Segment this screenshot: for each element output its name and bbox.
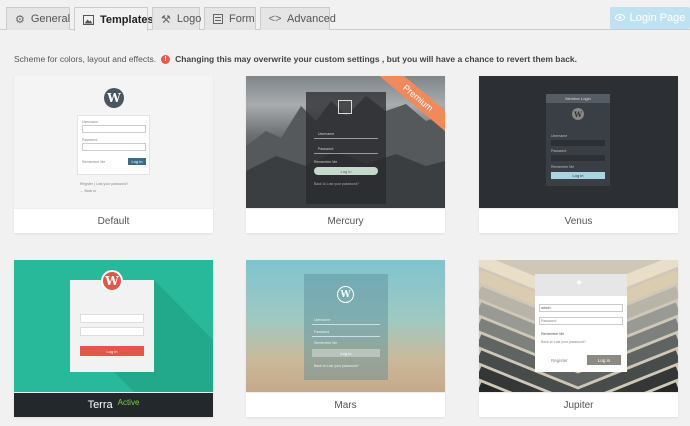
hammer-icon: ⚒ xyxy=(161,13,171,26)
eye-icon xyxy=(614,12,625,24)
mini-login-form: Member Login W Username Password Remembe… xyxy=(546,94,610,186)
tab-logo[interactable]: ⚒ Logo xyxy=(152,7,202,30)
mini-login-form: Username Password Remember Me Log in Bac… xyxy=(306,92,386,204)
template-preview-mercury: Username Password Remember Me Log in Bac… xyxy=(246,76,445,208)
template-name: Jupiter xyxy=(479,392,678,417)
template-card-jupiter[interactable]: ✦ admin Password Remember Me Back to Los… xyxy=(479,260,678,417)
mini-login-form: Username Password Remember Me Log in xyxy=(77,115,150,175)
template-card-default[interactable]: W Username Password Remember Me Log in R… xyxy=(14,76,213,233)
image-icon xyxy=(83,14,94,26)
tab-label: Advanced xyxy=(287,13,336,25)
wordpress-logo-icon: W xyxy=(337,286,354,303)
template-name: Mercury xyxy=(246,208,445,233)
template-card-terra[interactable]: W Log in Terra Active xyxy=(14,260,213,417)
tab-label: General xyxy=(30,13,71,25)
template-name: Venus xyxy=(479,208,678,233)
login-page-button[interactable]: Login Page xyxy=(610,7,690,29)
form-icon xyxy=(213,13,223,25)
logo-icon xyxy=(338,100,352,114)
tab-templates[interactable]: Templates xyxy=(74,7,154,31)
wordpress-logo-icon: W xyxy=(101,270,123,292)
template-card-venus[interactable]: Member Login W Username Password Remembe… xyxy=(479,76,678,233)
mini-login-form: ✦ admin Password Remember Me Back to Los… xyxy=(535,274,627,372)
description-text: Scheme for colors, layout and effects. xyxy=(14,54,157,64)
tab-bar: ⚙ General Templates ⚒ Logo Form <> Advan… xyxy=(0,0,690,31)
tab-form[interactable]: Form xyxy=(204,7,256,30)
template-preview-terra: W Log in xyxy=(14,260,213,392)
tab-general[interactable]: ⚙ General xyxy=(6,7,70,30)
template-preview-venus: Member Login W Username Password Remembe… xyxy=(479,76,678,208)
login-page-label: Login Page xyxy=(629,12,686,24)
gear-icon: ⚙ xyxy=(15,13,25,26)
tab-label: Templates xyxy=(100,13,154,26)
warning-icon: ! xyxy=(161,54,171,64)
template-card-mercury[interactable]: Username Password Remember Me Log in Bac… xyxy=(246,76,445,233)
wordpress-logo-icon: W xyxy=(104,88,124,108)
tab-label: Form xyxy=(229,13,255,25)
tab-label: Logo xyxy=(176,13,202,25)
code-icon: <> xyxy=(268,13,282,25)
tab-advanced[interactable]: <> Advanced xyxy=(260,7,336,30)
mini-login-form: W Log in xyxy=(70,270,154,372)
template-preview-default: W Username Password Remember Me Log in R… xyxy=(14,76,213,208)
scheme-description: Scheme for colors, layout and effects. !… xyxy=(14,54,577,64)
form-header: Member Login xyxy=(546,94,610,103)
template-name-active: Terra Active xyxy=(14,392,213,417)
wordpress-logo-icon: W xyxy=(572,108,584,120)
template-name: Default xyxy=(14,208,213,233)
mini-login-form: W Username Password Remember Me Log in B… xyxy=(304,274,388,380)
template-preview-jupiter: ✦ admin Password Remember Me Back to Los… xyxy=(479,260,678,392)
template-card-mars[interactable]: W Username Password Remember Me Log in B… xyxy=(246,260,445,417)
template-name: Terra xyxy=(87,399,113,411)
template-name: Mars xyxy=(246,392,445,417)
template-preview-mars: W Username Password Remember Me Log in B… xyxy=(246,260,445,392)
warning-text: Changing this may overwrite your custom … xyxy=(175,54,578,64)
active-badge: Active xyxy=(117,398,140,407)
logo-icon: ✦ xyxy=(575,278,584,289)
